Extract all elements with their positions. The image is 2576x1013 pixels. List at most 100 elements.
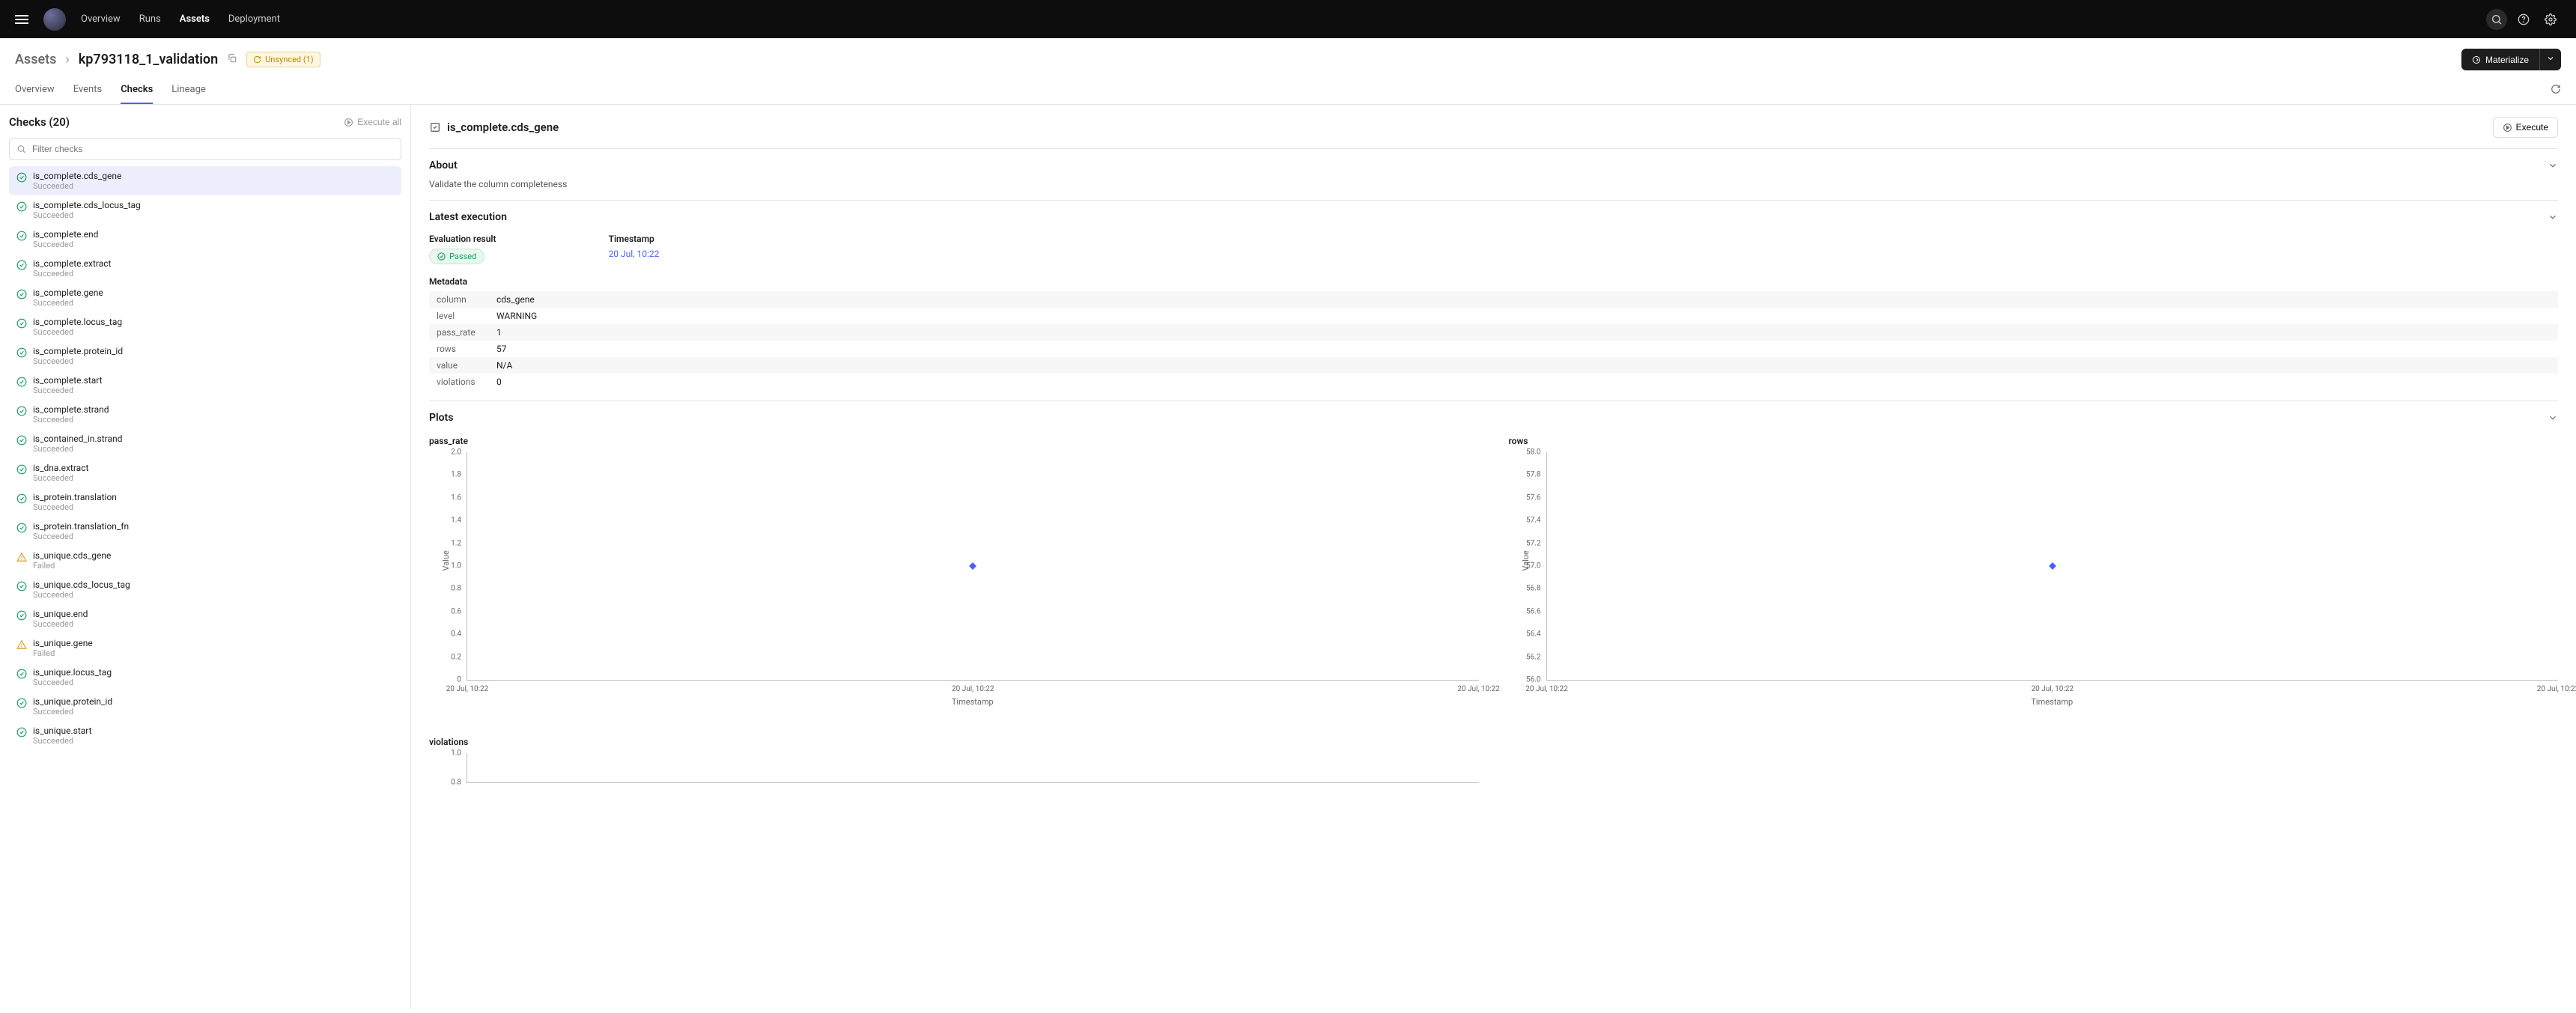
breadcrumb-root[interactable]: Assets xyxy=(15,52,56,67)
check-item[interactable]: is_unique.geneFailed xyxy=(9,633,401,663)
check-item[interactable]: is_protein.translationSucceeded xyxy=(9,487,401,517)
check-name: is_complete.start xyxy=(33,375,103,386)
x-tick: 20 Jul, 10:22 xyxy=(952,685,994,693)
metadata-value: 0 xyxy=(489,374,2558,390)
check-item[interactable]: is_contained_in.strandSucceeded xyxy=(9,429,401,458)
metadata-row: rows57 xyxy=(429,341,2558,357)
metadata-key: violations xyxy=(429,374,489,390)
check-circle-icon xyxy=(16,581,27,591)
check-item[interactable]: is_complete.strandSucceeded xyxy=(9,400,401,429)
plots-heading: Plots xyxy=(429,412,453,424)
nav-link-runs[interactable]: Runs xyxy=(139,13,161,25)
y-tick: 0.6 xyxy=(431,607,461,615)
check-item[interactable]: is_complete.extractSucceeded xyxy=(9,254,401,283)
asset-name: kp793118_1_validation xyxy=(79,52,218,67)
check-name: is_complete.strand xyxy=(33,404,109,415)
plot-title: rows xyxy=(1509,436,2559,446)
y-tick: 56.8 xyxy=(1511,585,1541,593)
help-icon[interactable] xyxy=(2513,9,2534,30)
check-status: Failed xyxy=(33,561,111,571)
check-status: Succeeded xyxy=(33,707,112,717)
metadata-key: level xyxy=(429,308,489,324)
plot-title: pass_rate xyxy=(429,436,1479,446)
execute-all-button[interactable]: Execute all xyxy=(344,117,401,127)
check-name: is_complete.locus_tag xyxy=(33,317,122,327)
copy-icon[interactable] xyxy=(227,52,237,67)
y-tick: 0.4 xyxy=(431,630,461,639)
check-status: Succeeded xyxy=(33,298,103,308)
check-item[interactable]: is_complete.geneSucceeded xyxy=(9,283,401,312)
check-item[interactable]: is_unique.startSucceeded xyxy=(9,721,401,750)
checks-sidebar: Checks (20) Execute all is_complete.cds_… xyxy=(0,105,411,1009)
y-tick: 1.0 xyxy=(431,749,461,758)
check-item[interactable]: is_unique.endSucceeded xyxy=(9,604,401,633)
metadata-key: pass_rate xyxy=(429,324,489,341)
breadcrumb-bar: Assets › kp793118_1_validation Unsynced … xyxy=(0,38,2576,76)
check-square-icon xyxy=(429,121,441,133)
filter-checks-input[interactable] xyxy=(9,138,401,160)
metadata-heading: Metadata xyxy=(429,276,2558,287)
unsynced-badge[interactable]: Unsynced (1) xyxy=(246,52,320,67)
check-item[interactable]: is_complete.cds_geneSucceeded xyxy=(9,166,401,195)
metadata-row: violations0 xyxy=(429,374,2558,390)
nav-link-deployment[interactable]: Deployment xyxy=(228,13,280,25)
plots-section-header[interactable]: Plots xyxy=(429,412,2558,424)
about-section-header[interactable]: About xyxy=(429,159,2558,171)
latest-execution-heading: Latest execution xyxy=(429,211,507,223)
check-item[interactable]: is_dna.extractSucceeded xyxy=(9,458,401,487)
x-tick: 20 Jul, 10:22 xyxy=(1525,685,1568,693)
y-tick: 57.6 xyxy=(1511,493,1541,502)
nav-link-overview[interactable]: Overview xyxy=(81,13,121,25)
hamburger-menu-icon[interactable] xyxy=(15,15,28,24)
check-status: Succeeded xyxy=(33,473,88,483)
check-item[interactable]: is_protein.translation_fnSucceeded xyxy=(9,517,401,546)
check-item[interactable]: is_complete.locus_tagSucceeded xyxy=(9,312,401,341)
check-item[interactable]: is_unique.cds_locus_tagSucceeded xyxy=(9,575,401,604)
plot-violations: violations 0.81.0 xyxy=(429,737,1479,783)
check-item[interactable]: is_complete.startSucceeded xyxy=(9,371,401,400)
dagster-logo[interactable] xyxy=(43,8,66,31)
timestamp-link[interactable]: 20 Jul, 10:22 xyxy=(609,249,660,259)
latest-execution-header[interactable]: Latest execution xyxy=(429,211,2558,223)
check-circle-icon xyxy=(16,289,27,299)
data-point xyxy=(969,562,976,570)
y-tick: 56.2 xyxy=(1511,653,1541,661)
tab-lineage[interactable]: Lineage xyxy=(171,76,206,104)
check-status: Succeeded xyxy=(33,240,98,249)
settings-icon[interactable] xyxy=(2540,9,2561,30)
warning-icon xyxy=(16,552,27,562)
check-item[interactable]: is_unique.cds_geneFailed xyxy=(9,546,401,575)
execute-button[interactable]: Execute xyxy=(2493,117,2558,138)
check-item[interactable]: is_complete.endSucceeded xyxy=(9,225,401,254)
check-item[interactable]: is_unique.locus_tagSucceeded xyxy=(9,663,401,692)
check-circle-icon xyxy=(16,669,27,679)
refresh-icon[interactable] xyxy=(2551,84,2561,97)
tab-events[interactable]: Events xyxy=(73,76,102,104)
check-name: is_complete.extract xyxy=(33,258,111,269)
timestamp-label: Timestamp xyxy=(609,234,660,244)
check-name: is_unique.gene xyxy=(33,638,93,648)
x-axis-label: Timestamp xyxy=(467,697,1479,707)
x-tick: 20 Jul, 10:22 xyxy=(446,685,489,693)
chevron-down-icon xyxy=(2548,413,2558,423)
materialize-dropdown-icon[interactable] xyxy=(2539,49,2561,70)
metadata-value: cds_gene xyxy=(489,291,2558,308)
check-item[interactable]: is_complete.cds_locus_tagSucceeded xyxy=(9,195,401,225)
check-status: Succeeded xyxy=(33,678,112,687)
tab-checks[interactable]: Checks xyxy=(121,76,153,104)
tab-overview[interactable]: Overview xyxy=(15,76,55,104)
materialize-button[interactable]: Materialize xyxy=(2461,49,2539,70)
search-icon[interactable] xyxy=(2486,9,2507,30)
check-status: Succeeded xyxy=(33,590,130,600)
breadcrumb: Assets › kp793118_1_validation Unsynced … xyxy=(15,52,321,67)
check-item[interactable]: is_unique.protein_idSucceeded xyxy=(9,692,401,721)
data-point xyxy=(2049,562,2056,570)
check-name: is_unique.end xyxy=(33,609,88,619)
check-circle-icon xyxy=(16,610,27,621)
check-status: Succeeded xyxy=(33,619,88,629)
check-circle-icon xyxy=(16,260,27,270)
y-tick: 1.2 xyxy=(431,539,461,547)
check-item[interactable]: is_complete.protein_idSucceeded xyxy=(9,341,401,371)
y-tick: 56.4 xyxy=(1511,630,1541,639)
nav-link-assets[interactable]: Assets xyxy=(180,13,210,25)
